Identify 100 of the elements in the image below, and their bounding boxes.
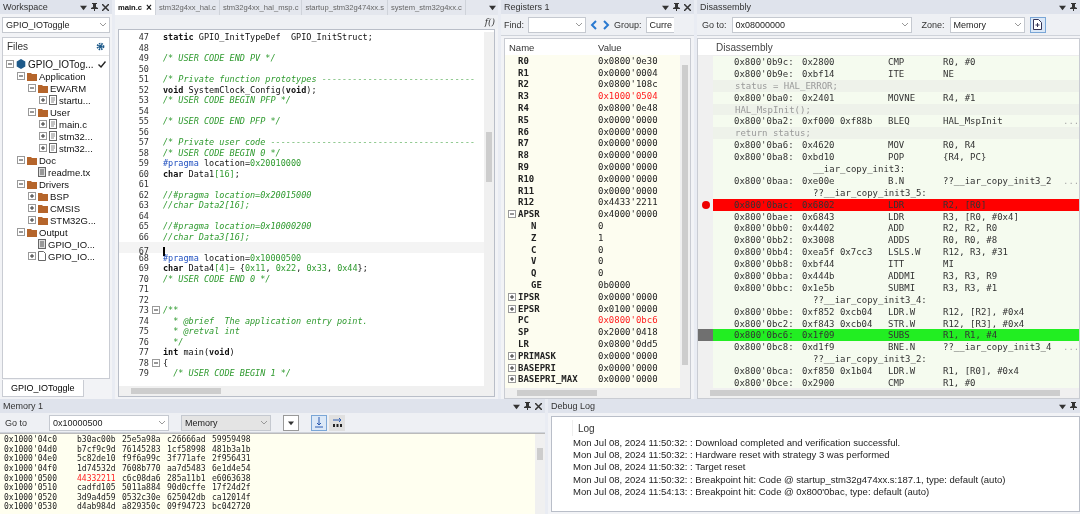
register-value[interactable]: 0	[598, 221, 680, 232]
dropdown-icon[interactable]	[1059, 3, 1066, 11]
column-header[interactable]: Name	[505, 41, 598, 53]
memory-word[interactable]: 76145283	[122, 444, 167, 454]
memory-word[interactable]: aa7d5483	[167, 464, 212, 474]
tree-item[interactable]: readme.tx	[48, 166, 91, 178]
register-value[interactable]: 0b0000	[598, 280, 680, 291]
register-value[interactable]: 0x0000'0004	[598, 67, 680, 78]
memory-word[interactable]: 59959498	[212, 435, 257, 445]
tree-item[interactable]: startu...	[59, 94, 91, 106]
expand-icon[interactable]	[39, 132, 47, 140]
expand-icon[interactable]	[28, 204, 36, 212]
tab-list-icon[interactable]	[489, 4, 496, 11]
tree-item[interactable]: EWARM	[50, 82, 87, 94]
memory-word[interactable]: d4ab984d	[77, 502, 122, 512]
instruction-row[interactable]: 0x800'0bb4: 0xea5f 0x7cc3 LSLS.W R12, R3, #31	[713, 246, 1079, 259]
settings-icon[interactable]	[96, 42, 105, 51]
vertical-scrollbar[interactable]	[680, 55, 690, 388]
expand-icon[interactable]	[508, 292, 516, 301]
gutter-cell[interactable]	[698, 329, 713, 342]
collapse-icon[interactable]	[6, 60, 14, 68]
document-button[interactable]	[1029, 16, 1046, 33]
horizontal-scrollbar[interactable]	[698, 388, 1079, 398]
memory-word[interactable]: 17f24d2f	[212, 483, 257, 493]
memory-word[interactable]: 2f956431	[212, 454, 257, 464]
register-value[interactable]: 0	[598, 256, 680, 267]
memory-word[interactable]: cadfd105	[77, 483, 122, 493]
memory-word[interactable]: 09f94723	[167, 502, 212, 512]
tree-item[interactable]: Doc	[39, 154, 56, 166]
panel-title-bar[interactable]: Workspace	[0, 0, 112, 14]
tree-item[interactable]: main.c	[59, 118, 87, 130]
register-value[interactable]: 0x0000'0000	[598, 162, 680, 173]
expand-icon[interactable]	[28, 192, 36, 200]
gutter-cell[interactable]	[698, 341, 713, 354]
register-value[interactable]: 0x0800'0dd5	[598, 339, 680, 349]
tree-item[interactable]: STM32G...	[50, 214, 96, 226]
instruction-row[interactable]: 0x800'0bba: 0x444b ADDMI R3, R3, R9	[713, 270, 1079, 282]
expand-icon[interactable]	[508, 351, 516, 360]
gutter-cell[interactable]	[698, 56, 713, 68]
close-icon[interactable]	[102, 3, 109, 11]
tree-item[interactable]: BSP	[50, 190, 69, 202]
close-icon[interactable]	[535, 402, 542, 410]
memory-word[interactable]: 1d74532d	[77, 464, 122, 474]
instruction-row[interactable]: 0x800'0bb0: 0x4402 ADD R2, R2, R0	[713, 222, 1079, 235]
collapse-icon[interactable]	[17, 72, 25, 80]
expand-icon[interactable]	[508, 304, 516, 313]
dropdown-icon[interactable]	[662, 3, 669, 11]
instruction-row[interactable]: 0x800'0bc6: 0x1f09 SUBS R1, R1, #4	[713, 329, 1079, 342]
horizontal-scrollbar[interactable]	[505, 388, 690, 398]
zone-dropdown[interactable]: Memory	[181, 414, 271, 431]
expand-icon[interactable]	[508, 363, 516, 372]
expand-icon[interactable]	[508, 375, 516, 384]
memory-word[interactable]: 5011a884	[122, 483, 167, 493]
file-tree[interactable]: Files GPIO_IOTog... Application EWARM startu... User main.c stm32... stm32... Doc readme.tx Drivers BSP CMSIS STM32G... Output GPIO_IO... GPIO_IO...	[2, 37, 110, 379]
pin-icon[interactable]	[91, 3, 98, 11]
dropdown-icon[interactable]	[1059, 402, 1066, 410]
memory-word[interactable]: 0532c30e	[122, 492, 167, 502]
register-value[interactable]: 0x4433'2211	[598, 197, 680, 208]
dropdown-icon[interactable]	[80, 3, 87, 11]
register-value[interactable]: 0x0000'0000	[598, 173, 680, 184]
panel-title-bar[interactable]: Debug Log	[548, 399, 1080, 413]
memory-word[interactable]: 6e1d4e54	[212, 464, 257, 474]
find-field[interactable]	[528, 16, 586, 33]
memory-word[interactable]: bc042720	[212, 502, 257, 512]
register-value[interactable]: 0x0000'0000	[598, 114, 680, 125]
tree-item[interactable]: GPIO_IO...	[48, 250, 95, 262]
back-icon[interactable]	[590, 19, 598, 30]
panel-title-bar[interactable]: Disassembly	[697, 0, 1080, 14]
register-value[interactable]: 0x0000'0000	[598, 150, 680, 161]
instruction-row[interactable]: 0x800'0bca: 0xf850 0x1b04 LDR.W R1, [R0], #0x4	[713, 365, 1079, 378]
memory-word[interactable]: 3d9a4d59	[77, 492, 122, 502]
group-dropdown[interactable]: Curre	[645, 16, 675, 33]
memory-word[interactable]: 7608b770	[122, 464, 167, 474]
tree-item[interactable]: Application	[39, 70, 86, 82]
memory-word[interactable]: 1cf58998	[167, 444, 212, 454]
memory-word[interactable]: 44332211	[77, 473, 122, 483]
memory-word[interactable]: 90d0cffe	[167, 483, 212, 493]
register-value[interactable]: 0	[598, 244, 680, 255]
register-value[interactable]: 0x0800'0bc6	[598, 315, 680, 326]
panel-title-bar[interactable]: Memory 1	[0, 399, 545, 413]
collapse-icon[interactable]	[17, 228, 25, 236]
expand-icon[interactable]	[39, 120, 47, 128]
memory-word[interactable]: 5c82de10	[77, 454, 122, 464]
tree-item[interactable]: User	[50, 106, 71, 118]
pin-icon[interactable]	[1070, 402, 1077, 410]
function-list-button[interactable]: f()	[484, 17, 495, 27]
instruction-row[interactable]: 0x800'0bb8: 0xbf44 ITT MI	[713, 258, 1079, 271]
register-value[interactable]: 0x0800'0e48	[598, 103, 680, 114]
memory-word[interactable]: 481b3a1b	[212, 444, 257, 454]
register-value[interactable]: 0x0800'0e30	[598, 55, 680, 66]
instruction-row[interactable]: 0x800'0ba6: 0x4620 MOV R0, R4	[713, 139, 1079, 152]
tree-item[interactable]: stm32...	[59, 142, 93, 154]
register-value[interactable]: 0x2000'0418	[598, 327, 680, 338]
column-header[interactable]: Value	[598, 41, 678, 53]
register-value[interactable]: 0x0000'0000	[598, 126, 680, 137]
forward-icon[interactable]	[602, 19, 610, 30]
register-value[interactable]: 0	[598, 268, 680, 279]
memory-word[interactable]: c6c08da6	[122, 473, 167, 483]
vertical-scrollbar[interactable]	[484, 32, 494, 386]
vertical-scrollbar[interactable]	[535, 434, 545, 514]
